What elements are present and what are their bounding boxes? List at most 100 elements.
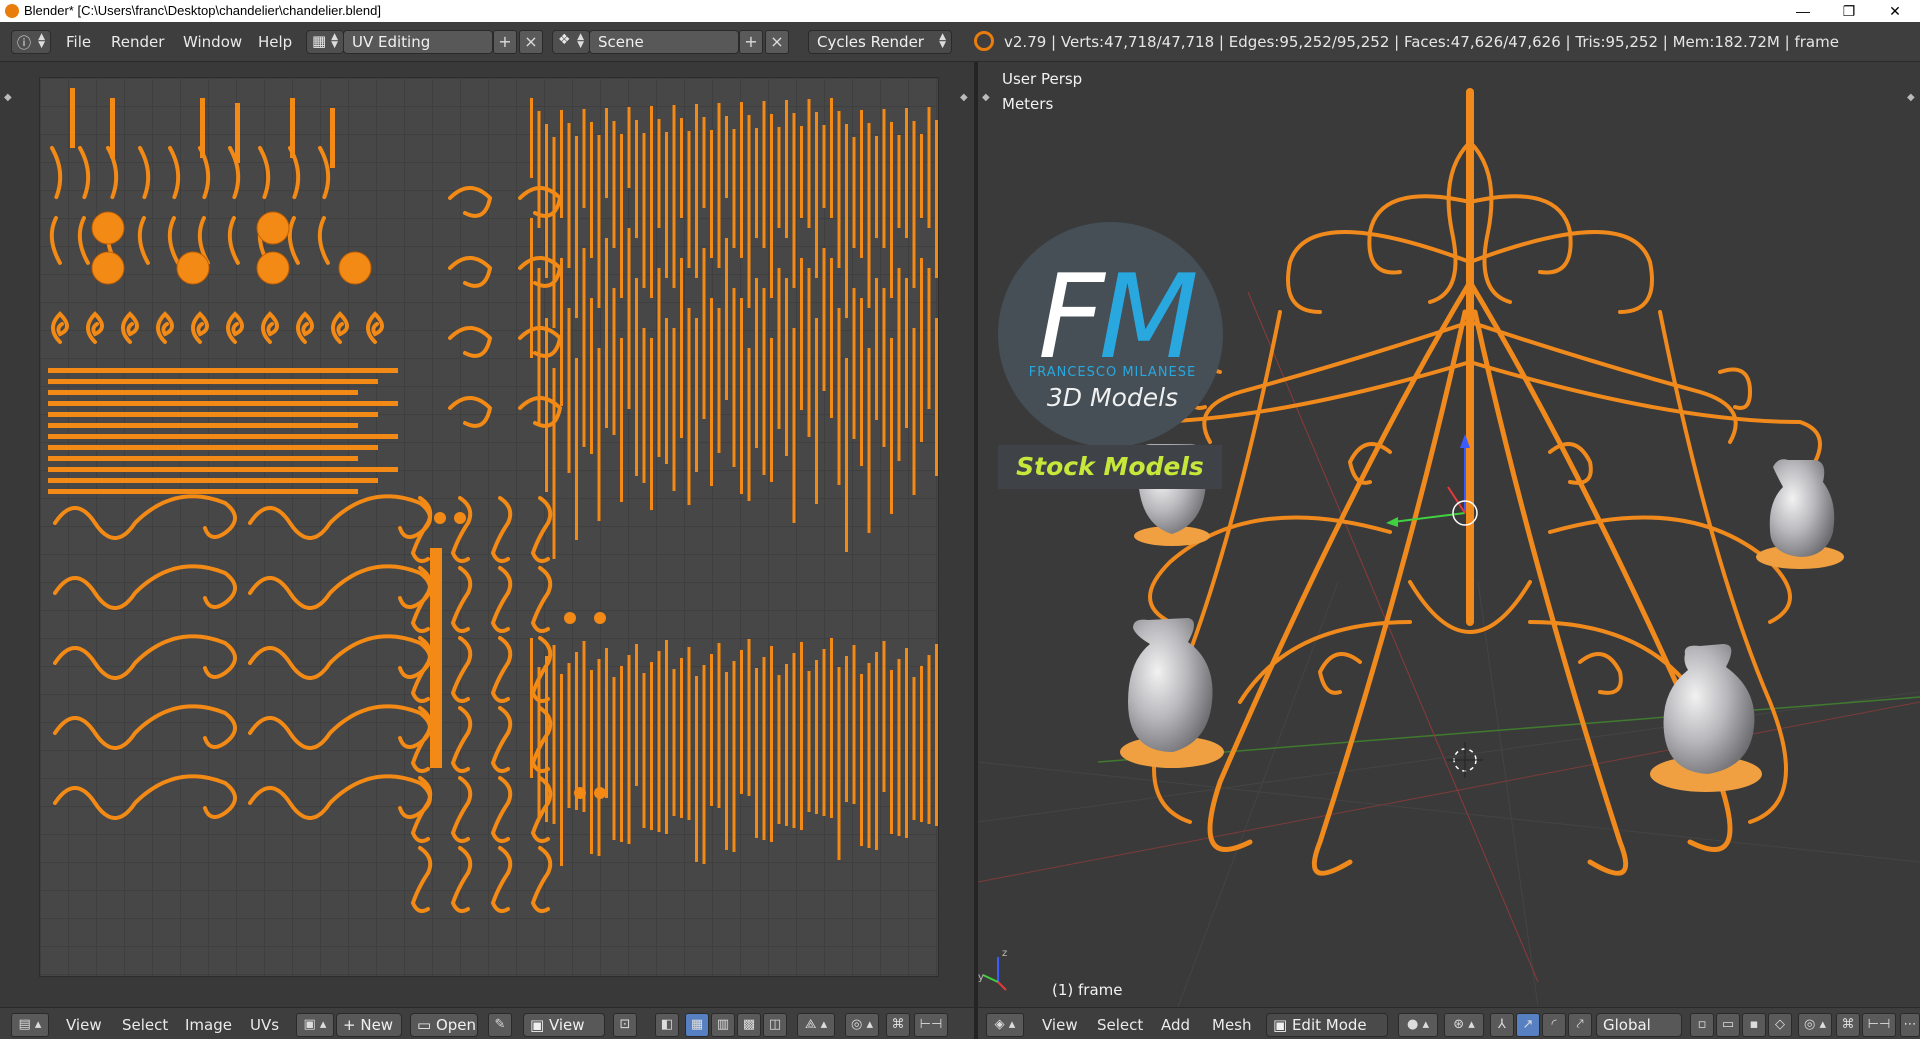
more-tools-icon[interactable]: ⋯ [1900,1013,1920,1037]
uv-island-column[interactable] [807,99,811,228]
scene-icon-button[interactable]: ❖ ▲ ▼ [552,30,590,54]
uv-island-column[interactable] [800,126,803,218]
uv-island-column[interactable] [552,137,556,328]
uv-island-column[interactable] [852,137,856,248]
uv-island-column[interactable] [837,308,841,485]
uv-islands-layer[interactable] [40,78,939,977]
image-mode-dropdown[interactable]: ▣ View [523,1013,605,1037]
uv-island-spiral[interactable] [296,311,314,344]
uv-island-column[interactable] [620,134,623,298]
chandelier-scene[interactable]: z y [978,62,1920,1007]
uv-island-column[interactable] [627,228,631,409]
uv-island-nine[interactable] [448,256,493,288]
uv-island-column[interactable] [875,652,878,850]
uv-island-hook[interactable] [410,496,433,563]
uv-island-column[interactable] [665,318,668,464]
uv-island-column[interactable] [860,674,863,846]
uv-island-column[interactable] [687,647,691,820]
uv-island-column[interactable] [702,665,706,864]
vase-left-front[interactable] [1120,618,1224,768]
rotate-manipulator-icon[interactable]: ◜ [1542,1013,1566,1037]
uv-island-column[interactable] [695,104,698,278]
uv-island-column[interactable] [537,667,541,820]
uv-island-disc[interactable] [91,211,125,245]
uv-island-curve[interactable] [49,216,62,265]
uv-island-column[interactable] [695,318,698,472]
uv-island-hook[interactable] [410,566,433,633]
uv-island-hook[interactable] [490,846,513,913]
uv-island-scroll[interactable] [248,774,432,820]
uv-island-curve[interactable] [287,216,300,265]
uv-island-column[interactable] [852,645,856,804]
uv-island-column[interactable] [852,288,856,439]
uv-island-column[interactable] [530,638,533,778]
uv-island-column[interactable] [920,666,923,822]
uv-island-column[interactable] [545,318,548,492]
uv-island-column[interactable] [777,268,781,429]
uv-island-curve[interactable] [77,216,90,265]
uv-island-curve[interactable] [317,216,330,265]
editor-type-3d-button[interactable]: ◈ ▴ [986,1013,1024,1037]
menu-window[interactable]: Window [183,33,242,51]
uv-island-column[interactable] [927,655,931,824]
scene-field[interactable]: Scene [589,30,739,54]
uv-island-column[interactable] [905,648,908,838]
uv-island-column[interactable] [777,127,781,228]
menu-render[interactable]: Render [111,33,164,51]
screen-layout-field[interactable]: UV Editing [343,30,493,54]
uv-island-column[interactable] [672,328,676,491]
3d-cursor[interactable] [1447,742,1483,778]
uv-island-disc[interactable] [176,251,210,285]
new-image-button[interactable]: + New [336,1013,402,1037]
uv-island-column[interactable] [882,641,886,792]
uv-island-scroll[interactable] [53,634,237,680]
editor-type-info-button[interactable]: ⓘ ▲ ▼ [11,30,51,54]
uv-island-column[interactable] [845,124,848,318]
vase-right-back[interactable] [1756,459,1844,569]
uv-island-disc[interactable] [338,251,372,285]
uv-island-column[interactable] [725,116,728,198]
face-mode-icon[interactable]: ▪ [1742,1013,1766,1037]
uv-island-scroll[interactable] [248,704,432,750]
uv-island-scroll[interactable] [53,704,237,750]
uv-island-hook[interactable] [490,496,513,563]
uv-island-dot[interactable] [454,512,466,524]
uv-menu-view[interactable]: View [66,1016,102,1034]
uv-island-column[interactable] [770,646,773,842]
uv-island-column[interactable] [627,107,631,188]
uv-island-scroll[interactable] [53,564,237,610]
uv-island-hook[interactable] [410,846,433,913]
chandelier-crown-scroll[interactable] [1286,230,1472,314]
uv-island-strip[interactable] [48,467,398,472]
3d-viewport[interactable]: ◆ ◆ User Persp Meters z y FM FRANCESCO M… [978,62,1920,1007]
uv-island-column[interactable] [560,258,563,406]
sticky-mode-dropdown[interactable]: ⟁ ▴ [797,1013,835,1037]
mode-dropdown[interactable]: ▣ Edit Mode [1266,1013,1388,1037]
uv-island-column[interactable] [815,112,818,278]
uv-island-column[interactable] [642,133,646,288]
uv-island-column[interactable] [567,123,571,268]
image-browse-button[interactable]: ▣ ▴ [296,1013,334,1037]
add-screen-button[interactable]: + [493,30,517,54]
uv-island-column[interactable] [642,673,646,828]
uv-island-column[interactable] [755,128,758,238]
uv-island-column[interactable] [687,308,691,505]
uv-island-hook[interactable] [530,566,553,633]
uv-island-column[interactable] [770,114,773,298]
uv-island-column[interactable] [575,136,578,318]
uv-island-hook[interactable] [450,776,473,843]
uv-island-column[interactable] [762,657,766,840]
uv-island-column[interactable] [897,268,901,461]
3d-menu-mesh[interactable]: Mesh [1212,1016,1252,1034]
minimize-button[interactable]: — [1780,0,1826,22]
uv-island-curve[interactable] [78,146,91,200]
uv-island-column[interactable] [635,120,638,238]
face-select-icon[interactable]: ▩ [737,1013,761,1037]
uv-island-curve[interactable] [137,216,150,265]
uv-island-column[interactable] [740,298,743,494]
uv-island-curve[interactable] [50,146,63,200]
uv-island-column[interactable] [687,131,691,268]
uv-island-column[interactable] [935,644,938,826]
uv-island-column[interactable] [860,110,863,258]
uv-island-column[interactable] [800,642,803,830]
